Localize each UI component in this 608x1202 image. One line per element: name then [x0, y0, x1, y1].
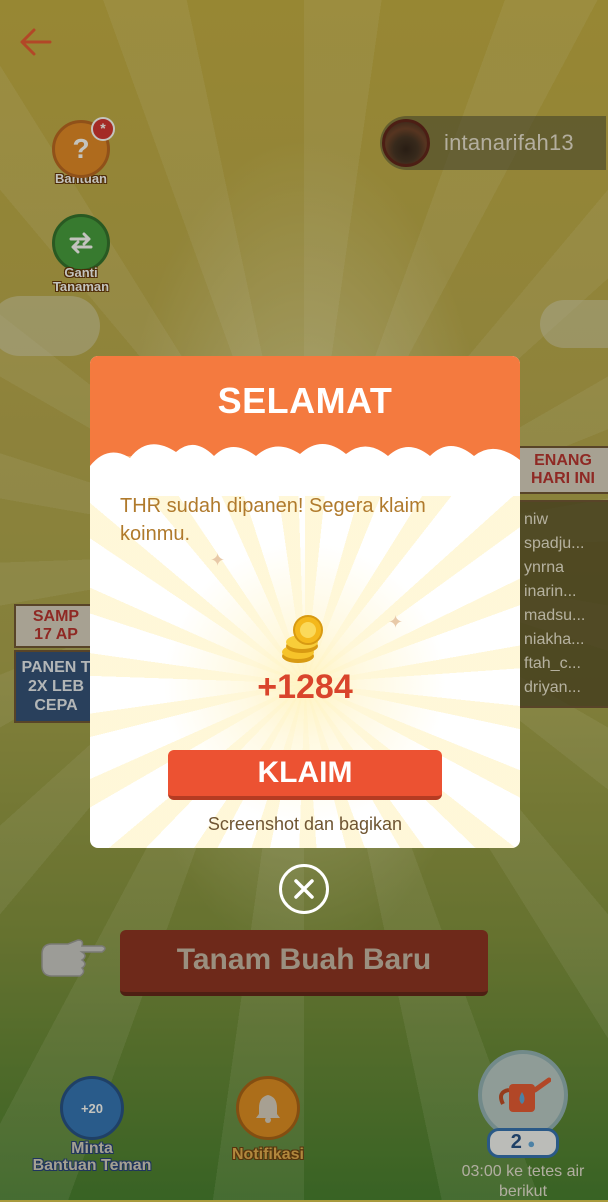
dialog-title: SELAMAT [217, 380, 393, 421]
sparkle-icon: ✦ [210, 550, 226, 570]
claim-button[interactable]: KLAIM [168, 750, 442, 800]
close-icon [294, 879, 314, 899]
cloud-edge-decoration [90, 444, 520, 496]
reward-dialog: SELAMAT ✦ ✦ THR sudah dipanen! Segera kl… [90, 356, 520, 848]
reward-amount: +1284 [257, 668, 353, 706]
dialog-message: THR sudah dipanen! Segera klaim koinmu. [120, 495, 426, 545]
close-dialog-button[interactable] [279, 864, 329, 914]
sparkle-icon: ✦ [388, 612, 404, 632]
screenshot-share-link[interactable]: Screenshot dan bagikan [90, 814, 520, 835]
coin-stack-icon [276, 612, 334, 666]
